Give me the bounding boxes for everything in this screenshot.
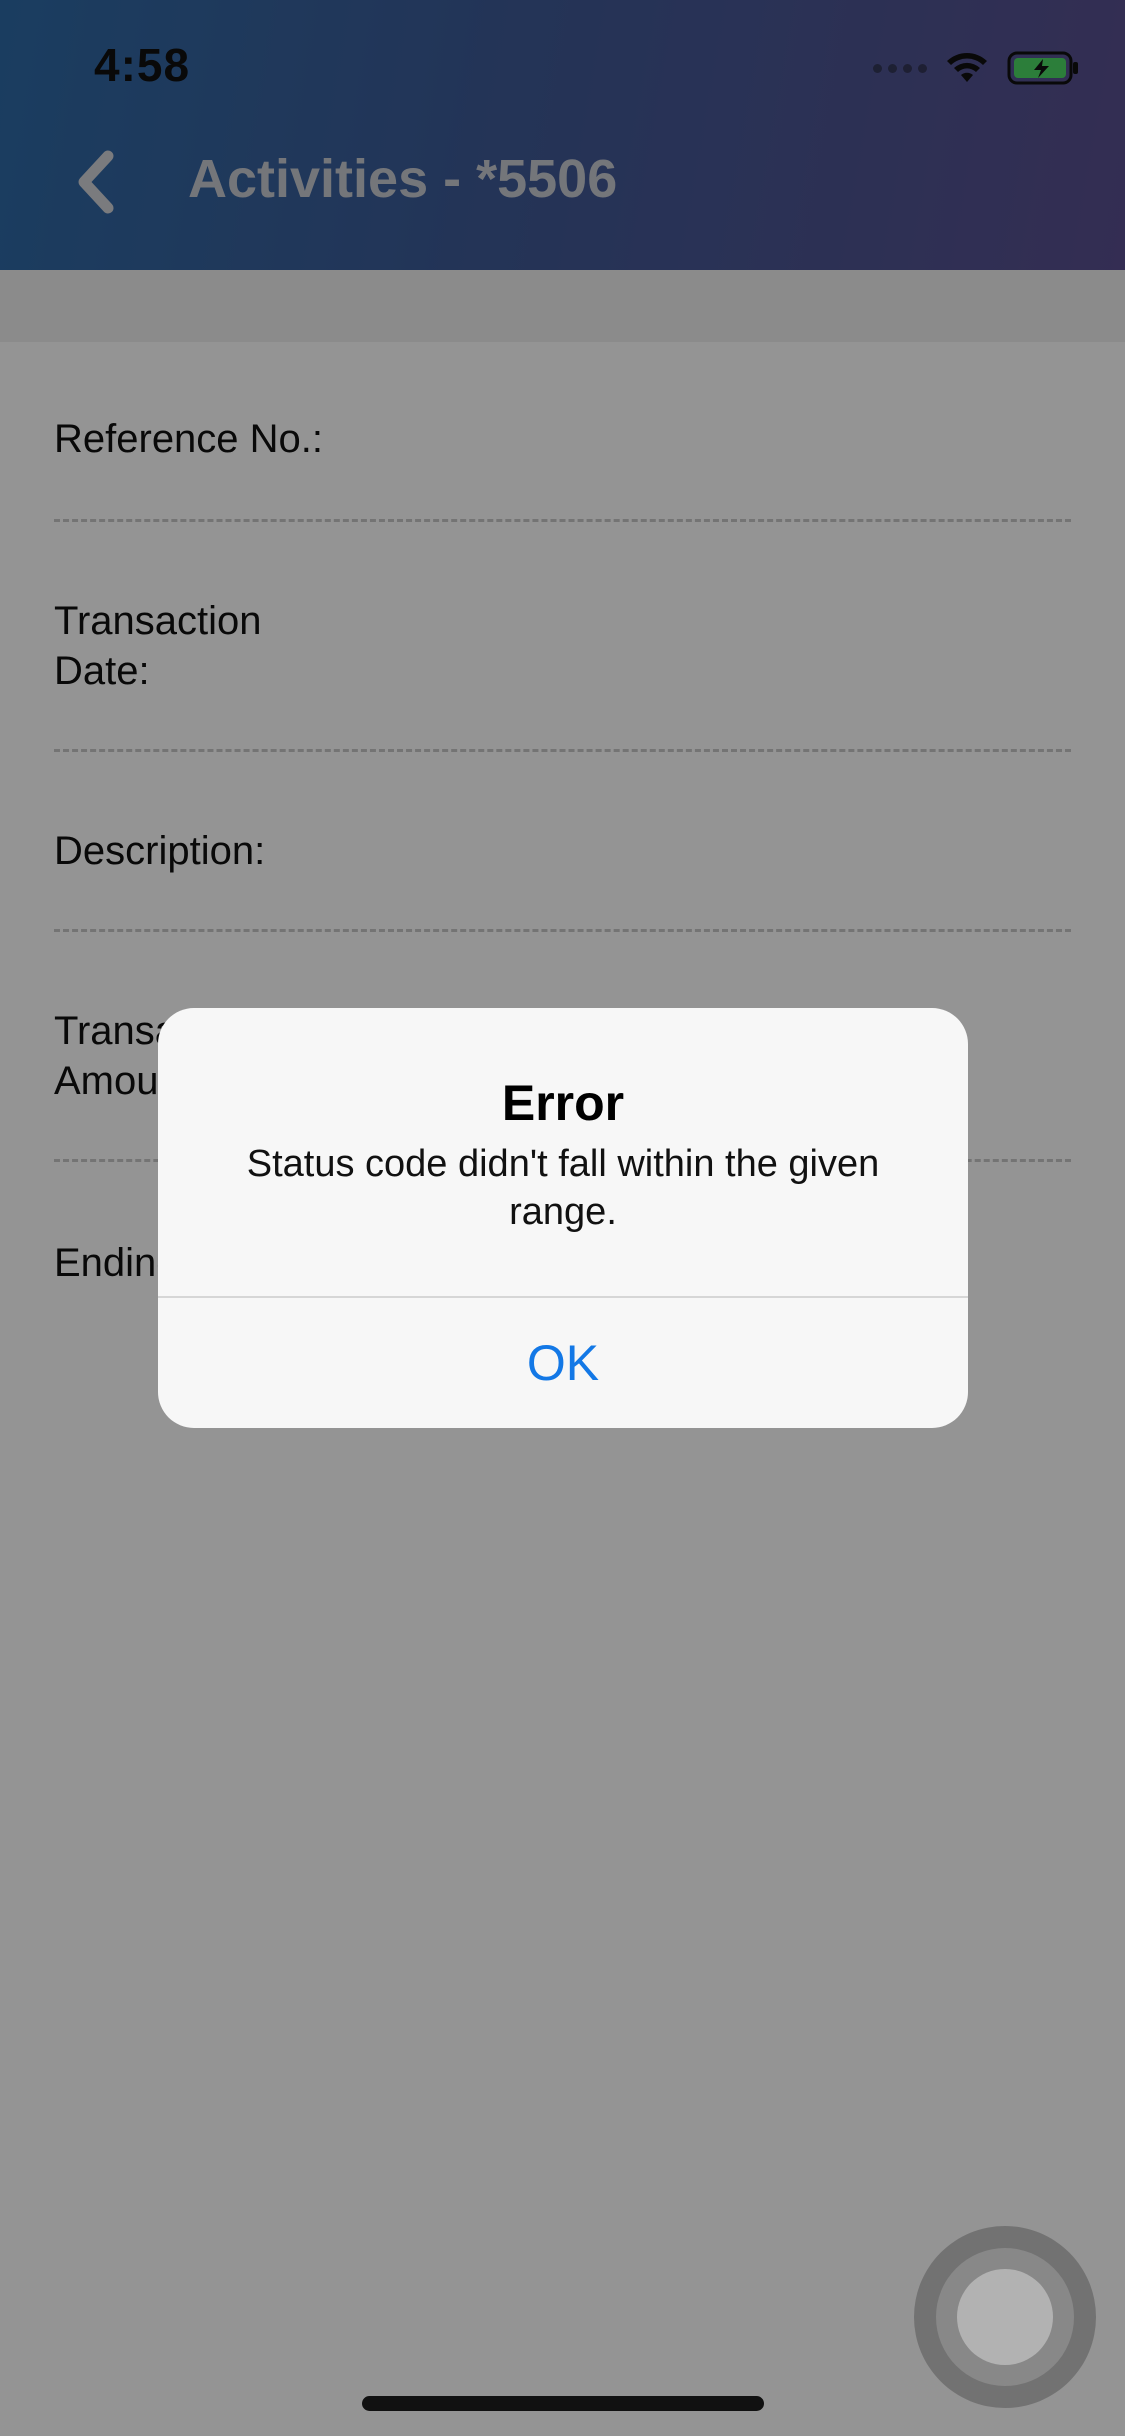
assistive-touch-ring [936,2248,1074,2386]
home-indicator[interactable] [362,2396,764,2411]
alert-message: Status code didn't fall within the given… [246,1143,880,1233]
error-alert: Error Status code didn't fall within the… [158,1008,968,1428]
assistive-touch-icon [957,2269,1053,2365]
ok-button[interactable]: OK [158,1298,968,1428]
assistive-touch-button[interactable] [914,2226,1096,2408]
alert-title: Error [501,1075,625,1131]
